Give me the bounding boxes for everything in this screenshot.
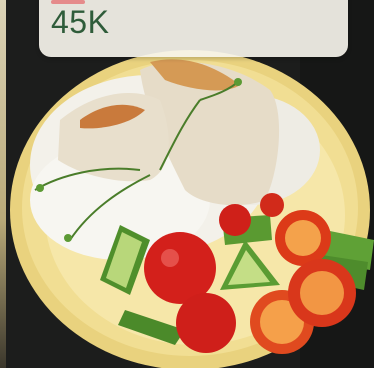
price-label: 45K bbox=[51, 4, 110, 40]
price-chip: 45K bbox=[39, 0, 348, 57]
food-card[interactable]: 45K bbox=[0, 0, 374, 368]
adjacent-card-edge bbox=[0, 0, 6, 368]
